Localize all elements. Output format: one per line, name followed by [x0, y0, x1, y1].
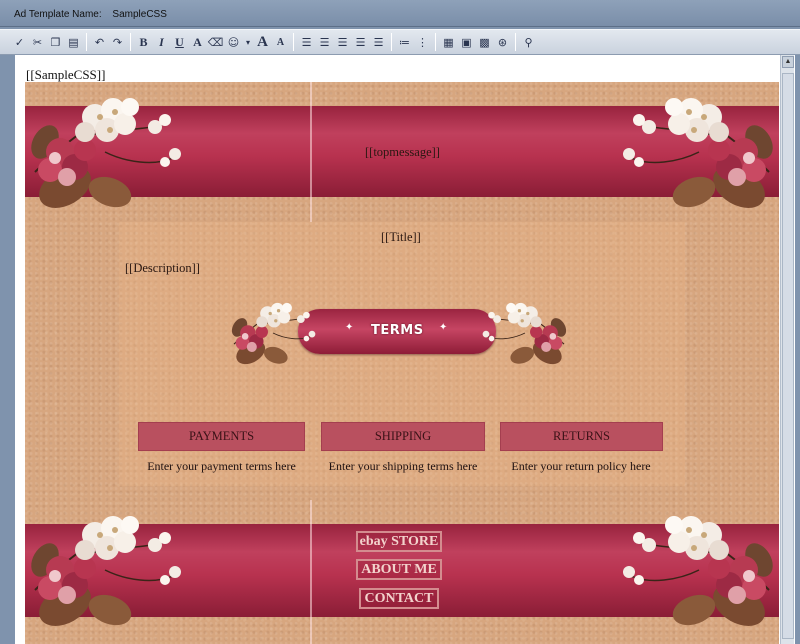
terms-bouquet-left [228, 302, 316, 370]
insert-table-icon[interactable]: ▦ [441, 33, 456, 51]
justify-full-icon[interactable]: ☰ [371, 33, 386, 51]
insert-symbol-icon[interactable]: ☺ [226, 33, 241, 51]
align-right-icon[interactable]: ☰ [335, 33, 350, 51]
shipping-text: Enter your shipping terms here [328, 459, 478, 473]
nav-contact-button[interactable]: CONTACT [359, 588, 439, 609]
template-name-label: Ad Template Name: [14, 9, 102, 20]
sparkle-icon: ✦ [439, 322, 448, 333]
toolbar-separator [293, 33, 294, 51]
bold-button[interactable]: B [136, 33, 151, 51]
flower-bouquet-left-bottom [25, 515, 182, 636]
spell-check-icon[interactable]: ✓ [12, 33, 27, 51]
justify-icon[interactable]: ☰ [353, 33, 368, 51]
top-divider [310, 82, 312, 222]
shrink-font-button[interactable]: A [273, 33, 288, 51]
shipping-heading: SHIPPING [321, 422, 485, 451]
flower-bouquet-left-top [25, 97, 182, 218]
payments-text: Enter your payment terms here [147, 459, 296, 473]
scroll-thumb[interactable] [782, 73, 794, 639]
editor-toolbar: ✓ ✂ ❐ ▤ ↶ ↷ B I U A ⌫ ☺ ▾ A A ☰ ☰ ☰ ☰ ☰ … [0, 29, 800, 55]
toolbar-separator [86, 33, 87, 51]
cut-icon[interactable]: ✂ [30, 33, 45, 51]
nav-about-me-button[interactable]: ABOUT ME [356, 559, 442, 580]
toolbar-separator [130, 33, 131, 51]
align-left-icon[interactable]: ☰ [299, 33, 314, 51]
dropdown-chevron-icon[interactable]: ▾ [244, 33, 252, 51]
template-name-value: SampleCSS [112, 9, 167, 20]
flower-bouquet-right-top [622, 97, 779, 218]
insert-box-icon[interactable]: ▣ [459, 33, 474, 51]
italic-button[interactable]: I [154, 33, 169, 51]
bottom-divider [310, 500, 312, 644]
scroll-up-icon[interactable]: ▲ [782, 56, 794, 68]
returns-heading: RETURNS [500, 422, 663, 451]
title-placeholder: [[Title]] [381, 230, 421, 244]
ad-template: [[topmessage]] [[Title]] [[Description]]… [25, 82, 779, 644]
align-center-icon[interactable]: ☰ [317, 33, 332, 51]
flower-bouquet-right-bottom [622, 515, 779, 636]
bulleted-list-icon[interactable]: ≔ [397, 33, 412, 51]
payments-heading: PAYMENTS [138, 422, 305, 451]
description-placeholder: [[Description]] [125, 261, 200, 275]
paste-icon[interactable]: ▤ [66, 33, 81, 51]
template-tag: [[SampleCSS]] [26, 67, 106, 82]
returns-text: Enter your return policy here [511, 459, 651, 473]
underline-button[interactable]: U [172, 33, 187, 51]
insert-image-icon[interactable]: ▩ [477, 33, 492, 51]
editor-canvas[interactable]: [[SampleCSS]] [[topmessage]] [[Title]] [… [15, 55, 795, 644]
vertical-scrollbar[interactable]: ▲ [780, 55, 794, 644]
grow-font-button[interactable]: A [255, 33, 270, 51]
terms-bouquet-right [482, 302, 570, 370]
window-titlebar: Ad Template Name: SampleCSS [0, 0, 800, 27]
redo-icon[interactable]: ↷ [110, 33, 125, 51]
highlight-icon[interactable]: ⌫ [208, 33, 224, 51]
topmessage-placeholder: [[topmessage]] [365, 145, 440, 159]
nav-ebay-store-button[interactable]: ebay STORE [356, 531, 442, 552]
font-color-button[interactable]: A [190, 33, 205, 51]
undo-icon[interactable]: ↶ [92, 33, 107, 51]
toolbar-separator [391, 33, 392, 51]
terms-banner-label: TERMS [371, 323, 424, 338]
sparkle-icon: ✦ [345, 322, 354, 333]
numbered-list-icon[interactable]: ⋮ [415, 33, 430, 51]
insert-link-icon[interactable]: ⊛ [495, 33, 510, 51]
toolbar-separator [515, 33, 516, 51]
toolbar-separator [435, 33, 436, 51]
find-icon[interactable]: ⚲ [521, 33, 536, 51]
copy-icon[interactable]: ❐ [48, 33, 63, 51]
